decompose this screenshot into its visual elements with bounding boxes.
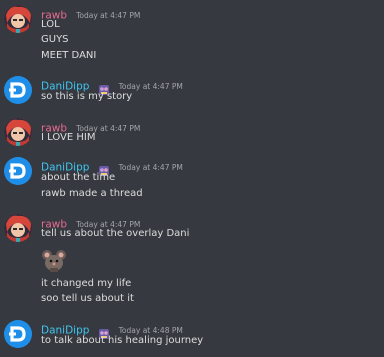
message-text: I LOVE HIM bbox=[41, 132, 96, 143]
avatar[interactable] bbox=[4, 118, 32, 146]
message-text: LOL bbox=[41, 19, 60, 30]
message-text: about the time bbox=[41, 172, 116, 183]
message-text: GUYS bbox=[41, 34, 69, 45]
message-text: soo tell us about it bbox=[41, 293, 134, 304]
timestamp: Today at 4:47 PM bbox=[76, 11, 141, 20]
message-text: rawb made a thread bbox=[41, 188, 143, 199]
message-text: MEET DANI bbox=[41, 50, 97, 61]
avatar[interactable] bbox=[4, 5, 32, 33]
message-text: so this is my story bbox=[41, 91, 133, 102]
message-text: tell us about the overlay Dani bbox=[41, 228, 190, 239]
message-text: to talk about his healing journey bbox=[41, 335, 204, 346]
avatar[interactable] bbox=[4, 214, 32, 242]
avatar[interactable] bbox=[4, 320, 32, 348]
avatar[interactable] bbox=[4, 76, 32, 104]
timestamp: Today at 4:47 PM bbox=[118, 163, 183, 172]
message-text: it changed my life bbox=[41, 278, 132, 289]
mouse-sticker-icon[interactable] bbox=[41, 249, 67, 273]
avatar[interactable] bbox=[4, 157, 32, 185]
